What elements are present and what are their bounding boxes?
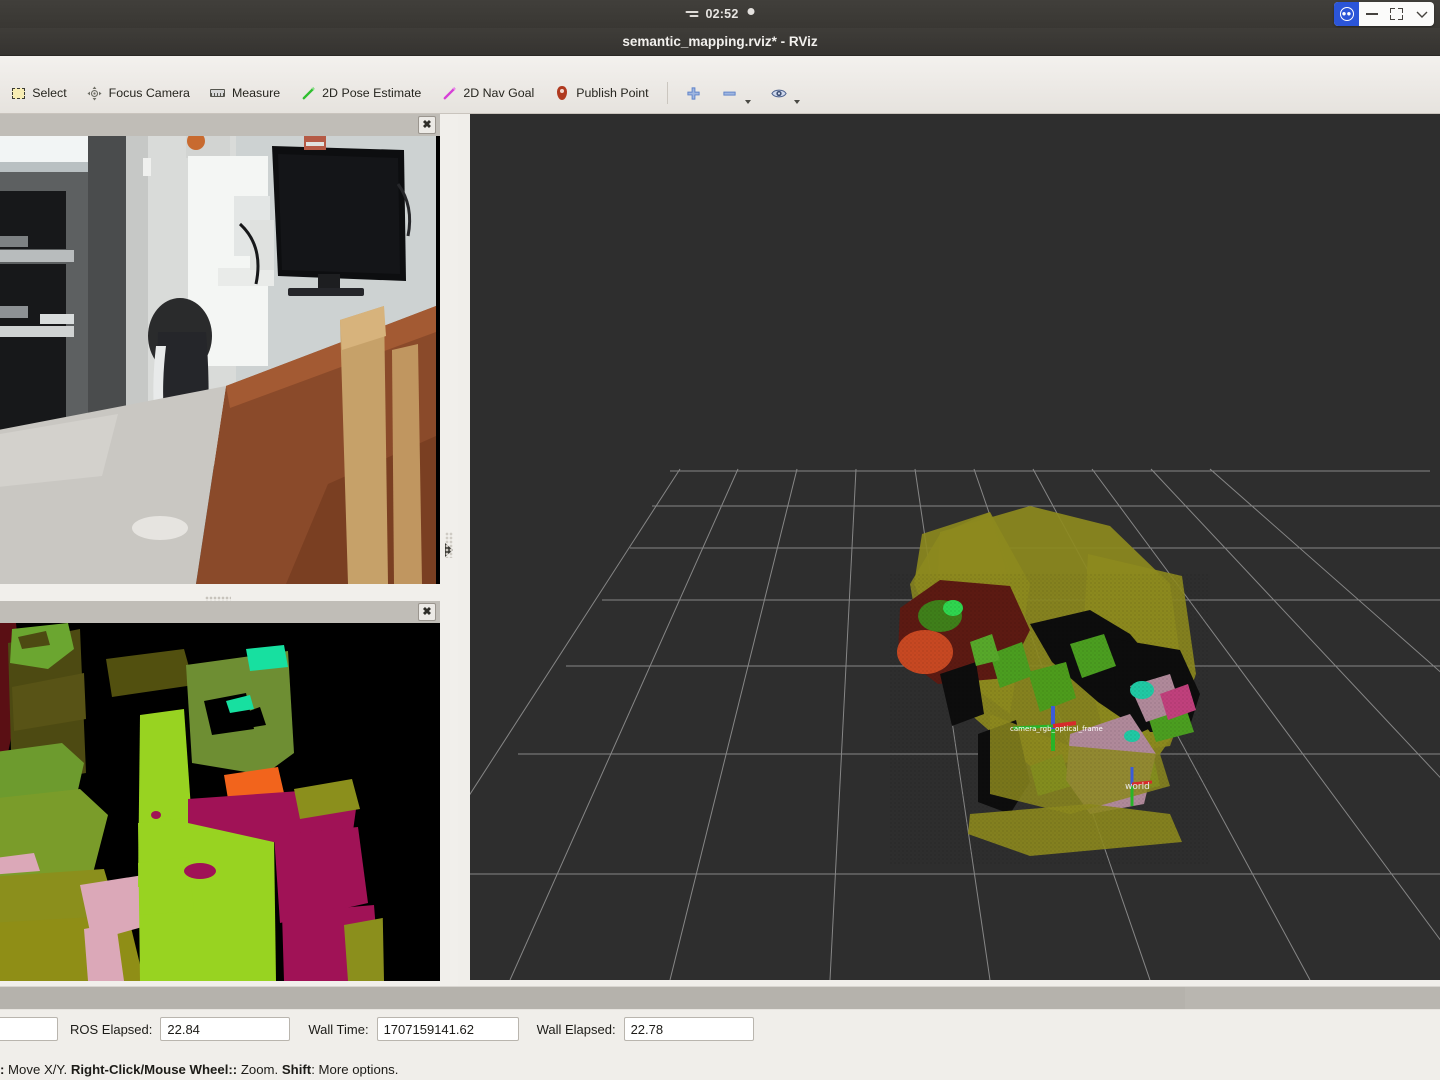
toolbar-focus-camera[interactable]: Focus Camera bbox=[77, 82, 200, 104]
toolbar-zoom-out[interactable] bbox=[712, 82, 761, 104]
rgb-camera-image bbox=[0, 136, 448, 584]
toolbar-2d-nav-goal[interactable]: 2D Nav Goal bbox=[431, 82, 544, 104]
toolbar-measure-label: Measure bbox=[231, 86, 281, 100]
wall-time-field[interactable]: 1707159141.62 bbox=[376, 1017, 519, 1041]
app-indicator-icon: ●● bbox=[1339, 7, 1354, 21]
wall-time-label: Wall Time: bbox=[308, 1021, 369, 1037]
hint-seg-6: : More options. bbox=[311, 1062, 399, 1077]
rviz-3d-viewport[interactable]: camera_rgb_optical_frame world bbox=[470, 114, 1440, 980]
hint-seg-4: Zoom. bbox=[237, 1062, 282, 1077]
focus-camera-icon bbox=[87, 85, 103, 101]
main-work-area: ✖ ✖ camera_rgb_optical_frame world bbox=[0, 114, 1440, 986]
pose-estimate-icon bbox=[300, 85, 316, 101]
clock-label: 02:52 bbox=[705, 7, 739, 21]
plus-icon bbox=[686, 85, 702, 101]
camera-frame-label: camera_rgb_optical_frame bbox=[1010, 725, 1103, 733]
minimize-icon bbox=[1365, 13, 1378, 15]
bottom-splitter-segment bbox=[1185, 987, 1440, 1009]
status-bar: .59 ROS Elapsed: 22.84 Wall Time: 170715… bbox=[0, 1010, 1440, 1080]
hint-seg-2: Move X/Y. bbox=[4, 1062, 71, 1077]
hint-seg-5: Shift bbox=[281, 1062, 312, 1077]
toolbar-measure[interactable]: Measure bbox=[200, 82, 290, 104]
viewport-scene: camera_rgb_optical_frame world bbox=[470, 114, 1440, 980]
ros-elapsed-field[interactable]: 22.84 bbox=[160, 1017, 291, 1041]
left-dock: ✖ ✖ bbox=[0, 114, 458, 986]
ros-time-field[interactable]: .59 bbox=[0, 1017, 58, 1041]
toolbar-2d-pose-estimate-label: 2D Pose Estimate bbox=[322, 86, 422, 100]
status-hint-text: te. Middle-Click: Move X/Y. Right-Click/… bbox=[0, 1062, 398, 1077]
toolbar-zoom-in[interactable] bbox=[676, 82, 712, 104]
window-title-text: semantic_mapping.rviz* - RViz bbox=[622, 34, 818, 49]
segmentation-panel-header: ✖ bbox=[0, 601, 448, 623]
toolbar-2d-nav-goal-label: 2D Nav Goal bbox=[463, 86, 535, 100]
chevron-down-icon bbox=[1416, 11, 1427, 18]
window-menu-button[interactable] bbox=[1409, 2, 1434, 26]
toolbar-select-label: Select bbox=[32, 86, 67, 100]
eye-icon bbox=[770, 85, 787, 101]
minimize-button[interactable] bbox=[1359, 2, 1384, 26]
camera-image-view[interactable] bbox=[0, 136, 448, 584]
select-icon bbox=[10, 85, 26, 101]
dock-collapse-handle[interactable] bbox=[440, 114, 458, 986]
restore-button[interactable] bbox=[1384, 2, 1409, 26]
close-icon[interactable]: ✖ bbox=[418, 603, 436, 621]
rviz-application-window: 02:52 ●● semantic_mapping.rviz* - RViz S… bbox=[0, 0, 1440, 1080]
wall-elapsed-field[interactable]: 22.78 bbox=[623, 1017, 754, 1041]
semantic-segmentation-image bbox=[0, 623, 448, 981]
hint-seg-3: Right-Click/Mouse Wheel:: bbox=[70, 1062, 238, 1077]
wall-elapsed-label: Wall Elapsed: bbox=[536, 1021, 616, 1037]
toolbar-view-visibility[interactable] bbox=[761, 82, 810, 104]
toolbar-publish-point[interactable]: Publish Point bbox=[544, 82, 658, 104]
ros-elapsed-label: ROS Elapsed: bbox=[70, 1021, 153, 1037]
nav-goal-icon bbox=[441, 85, 457, 101]
close-icon[interactable]: ✖ bbox=[418, 116, 436, 134]
camera-panel-header: ✖ bbox=[0, 114, 448, 136]
semantic-segmentation-panel: ✖ bbox=[0, 601, 448, 981]
segmentation-image-view[interactable] bbox=[0, 623, 448, 981]
chevron-down-icon[interactable] bbox=[744, 100, 751, 104]
toolbar-select[interactable]: Select bbox=[0, 82, 76, 104]
window-title-bar: semantic_mapping.rviz* - RViz bbox=[0, 28, 1440, 56]
toolbar-publish-point-label: Publish Point bbox=[576, 86, 649, 100]
status-fields-row: .59 ROS Elapsed: 22.84 Wall Time: 170715… bbox=[0, 1016, 754, 1042]
chevron-down-icon[interactable] bbox=[793, 100, 800, 104]
os-clock[interactable]: 02:52 bbox=[685, 0, 755, 28]
world-frame-label: world bbox=[1125, 782, 1150, 792]
minus-icon bbox=[722, 85, 738, 101]
app-indicator-button[interactable]: ●● bbox=[1334, 2, 1359, 26]
restore-icon bbox=[1390, 8, 1403, 20]
rviz-toolbar: mera Select Focus Camera Measure bbox=[0, 56, 1440, 114]
toolbar-focus-camera-label: Focus Camera bbox=[108, 86, 190, 100]
handle-grip-icon bbox=[445, 532, 453, 558]
status-dot-icon bbox=[747, 8, 755, 15]
measure-icon bbox=[210, 85, 226, 101]
os-top-bar: 02:52 ●● bbox=[0, 0, 1440, 28]
window-controls: ●● bbox=[1334, 2, 1434, 26]
hamburger-icon[interactable] bbox=[685, 8, 699, 20]
toolbar-separator bbox=[666, 82, 668, 104]
bottom-splitter[interactable] bbox=[0, 986, 1440, 1010]
toolbar-2d-pose-estimate[interactable]: 2D Pose Estimate bbox=[290, 82, 431, 104]
camera-image-panel: ✖ bbox=[0, 114, 448, 584]
publish-point-icon bbox=[554, 85, 570, 101]
